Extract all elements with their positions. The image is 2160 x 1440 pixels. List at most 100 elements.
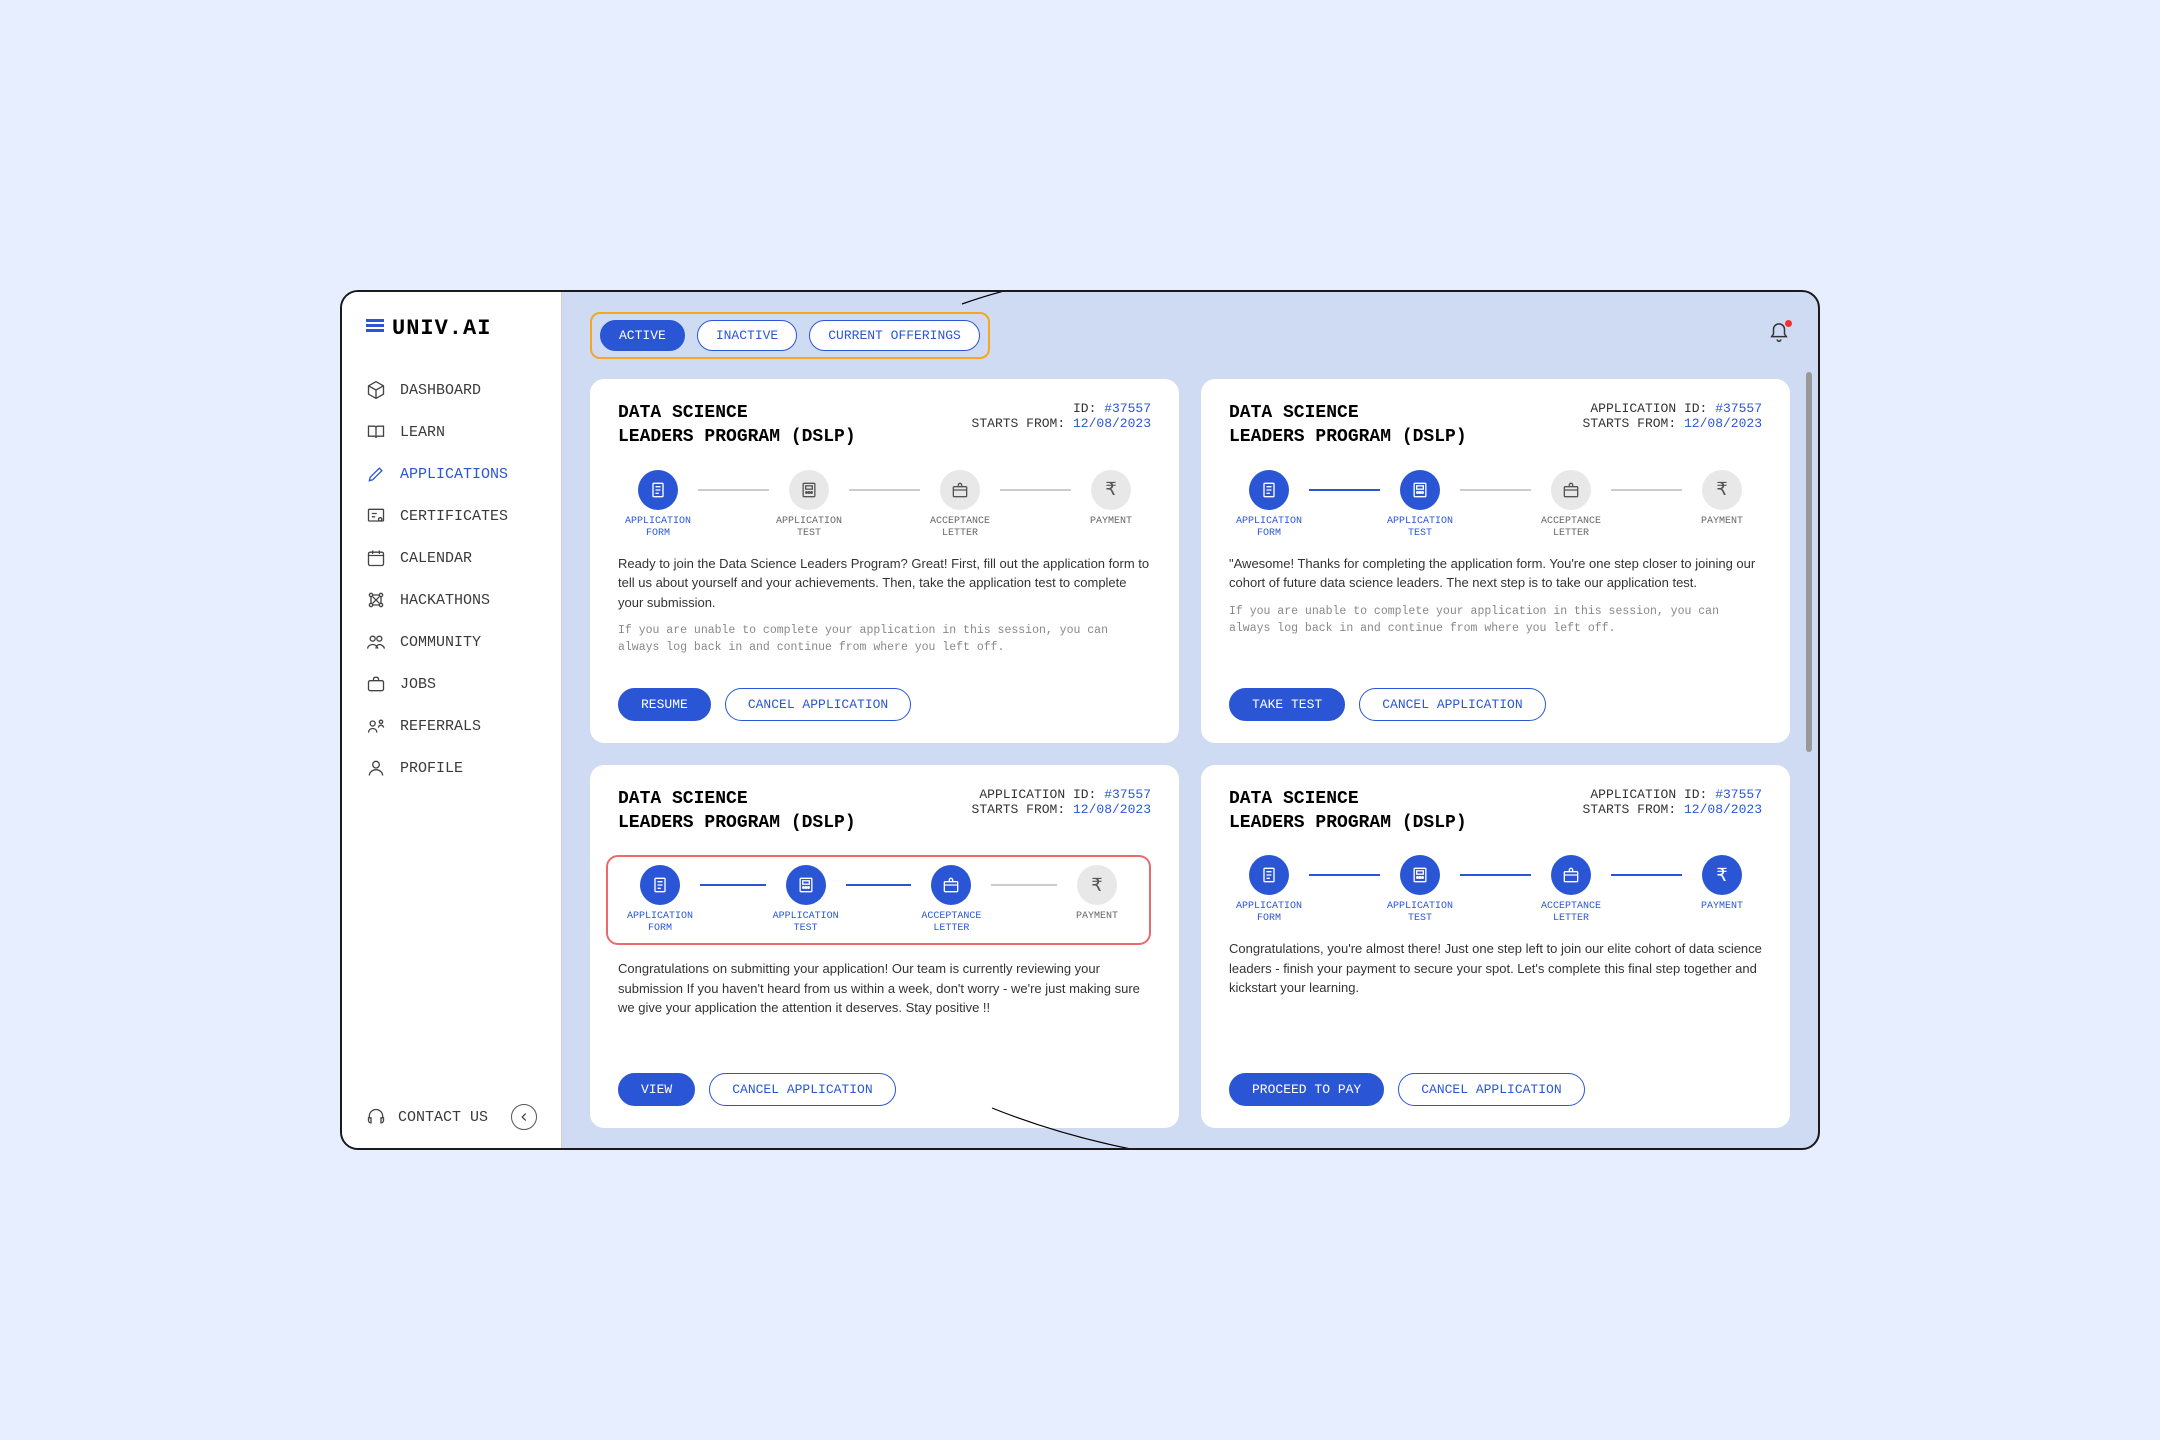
card-meta: ID: #37557STARTS FROM: 12/08/2023	[972, 401, 1151, 431]
sidebar-item-label: Hackathons	[400, 592, 490, 609]
stage-form-icon	[640, 865, 680, 905]
stage-payment-icon: ₹	[1702, 470, 1742, 510]
stage-payment: ₹ Payment	[1057, 865, 1137, 923]
cancel-application-button[interactable]: Cancel Application	[1359, 688, 1545, 721]
stage-letter-label: Acceptance Letter	[1531, 516, 1611, 540]
stage-letter-icon	[931, 865, 971, 905]
application-card: Data ScienceLeaders Program (DSLP)APPLIC…	[1201, 379, 1790, 743]
stage-test-label: Application Test	[766, 911, 846, 935]
stage-connector	[1611, 874, 1682, 876]
sidebar-item-label: Referrals	[400, 718, 481, 735]
stage-letter: Acceptance Letter	[911, 865, 991, 935]
primary-action-button[interactable]: Resume	[618, 688, 711, 721]
stage-payment-label: Payment	[1701, 901, 1743, 913]
sidebar-item-label: Dashboard	[400, 382, 481, 399]
book-icon	[366, 422, 386, 442]
sidebar: UNIV.AI DashboardLearnApplicationsCertif…	[342, 292, 562, 1148]
cancel-application-button[interactable]: Cancel Application	[1398, 1073, 1584, 1106]
sidebar-item-applications[interactable]: Applications	[342, 453, 561, 495]
stage-test-icon	[786, 865, 826, 905]
stage-letter: Acceptance Letter	[920, 470, 1000, 540]
notifications-button[interactable]	[1768, 322, 1790, 349]
stage-letter: Acceptance Letter	[1531, 470, 1611, 540]
stage-connector	[1309, 874, 1380, 876]
stage-connector	[1460, 489, 1531, 491]
card-actions: Take Test Cancel Application	[1229, 688, 1762, 721]
sidebar-item-profile[interactable]: Profile	[342, 747, 561, 789]
stage-connector	[846, 884, 912, 886]
stage-connector	[1460, 874, 1531, 876]
sidebar-nav: Dashboard Learn ApplicationsCertificatesCa…	[342, 369, 561, 1104]
stage-form-icon	[638, 470, 678, 510]
stage-connector	[1309, 489, 1380, 491]
nodes-icon	[366, 590, 386, 610]
id-value: #37557	[1104, 401, 1151, 416]
card-meta: APPLICATION ID: #37557STARTS FROM: 12/08…	[1583, 787, 1762, 817]
stage-letter-label: Acceptance Letter	[911, 911, 991, 935]
card-header: Data ScienceLeaders Program (DSLP)APPLIC…	[618, 787, 1151, 836]
card-title: Data ScienceLeaders Program (DSLP)	[1229, 787, 1467, 836]
certificate-icon	[366, 506, 386, 526]
starts-value: 12/08/2023	[1684, 416, 1762, 431]
sidebar-footer: Contact Us	[342, 1104, 561, 1130]
referral-icon	[366, 716, 386, 736]
stage-form-label: Application Form	[1229, 516, 1309, 540]
primary-action-button[interactable]: View	[618, 1073, 695, 1106]
tab-current-offerings[interactable]: Current Offerings	[809, 320, 980, 351]
stage-letter-label: Acceptance Letter	[920, 516, 1000, 540]
card-header: Data ScienceLeaders Program (DSLP)ID: #3…	[618, 401, 1151, 450]
sidebar-item-learn[interactable]: Learn	[342, 411, 561, 453]
application-stages: Application FormApplication TestAcceptan…	[1229, 855, 1762, 925]
starts-value: 12/08/2023	[1684, 802, 1762, 817]
sidebar-item-label: Learn	[400, 424, 445, 441]
stage-payment: ₹Payment	[1682, 470, 1762, 528]
primary-action-button[interactable]: Take Test	[1229, 688, 1345, 721]
starts-label: STARTS FROM:	[1583, 802, 1677, 817]
cancel-application-button[interactable]: Cancel Application	[709, 1073, 895, 1106]
sidebar-item-calendar[interactable]: Calendar	[342, 537, 561, 579]
stage-form: Application Form	[618, 470, 698, 540]
sidebar-item-dashboard[interactable]: Dashboard	[342, 369, 561, 411]
stage-form-label: Application Form	[1229, 901, 1309, 925]
sidebar-item-referrals[interactable]: Referrals	[342, 705, 561, 747]
sidebar-item-label: Jobs	[400, 676, 436, 693]
cancel-application-button[interactable]: Cancel Application	[725, 688, 911, 721]
tab-inactive[interactable]: Inactive	[697, 320, 797, 351]
stage-test-icon	[1400, 470, 1440, 510]
sidebar-item-hackathons[interactable]: Hackathons	[342, 579, 561, 621]
primary-action-button[interactable]: Proceed To Pay	[1229, 1073, 1384, 1106]
stage-payment-icon: ₹	[1077, 865, 1117, 905]
topbar: Active Inactive Current Offerings	[590, 312, 1790, 359]
stage-letter-icon	[940, 470, 980, 510]
card-actions: View Cancel Application	[618, 1073, 1151, 1106]
stage-test: Application Test	[1380, 470, 1460, 540]
sidebar-item-community[interactable]: Community	[342, 621, 561, 663]
contact-us-link[interactable]: Contact Us	[366, 1107, 488, 1127]
application-stages: Application Form Application Test Acceptan…	[1229, 470, 1762, 540]
resume-note: If you are unable to complete your appli…	[618, 622, 1151, 657]
sidebar-item-certificates[interactable]: Certificates	[342, 495, 561, 537]
id-value: #37557	[1104, 787, 1151, 802]
stage-form: Application Form	[620, 865, 700, 935]
stage-test-label: Application Test	[1380, 901, 1460, 925]
card-header: Data ScienceLeaders Program (DSLP)APPLIC…	[1229, 401, 1762, 450]
stage-test-icon	[789, 470, 829, 510]
tab-active[interactable]: Active	[600, 320, 685, 351]
starts-value: 12/08/2023	[1073, 416, 1151, 431]
contact-us-label: Contact Us	[398, 1109, 488, 1126]
card-title: Data ScienceLeaders Program (DSLP)	[618, 787, 856, 836]
stage-test-icon	[1400, 855, 1440, 895]
stage-payment-icon: ₹	[1702, 855, 1742, 895]
application-stages: Application FormApplication TestAcceptan…	[618, 470, 1151, 540]
stage-letter-icon	[1551, 470, 1591, 510]
main-content: Active Inactive Current Offerings Data Sci…	[562, 292, 1818, 1148]
scrollbar[interactable]	[1806, 372, 1812, 752]
sidebar-item-jobs[interactable]: Jobs	[342, 663, 561, 705]
pencil-icon	[366, 464, 386, 484]
stage-test: Application Test	[766, 865, 846, 935]
starts-label: STARTS FROM:	[972, 802, 1066, 817]
stage-payment-label: Payment	[1076, 911, 1118, 923]
id-label: ID:	[1073, 401, 1096, 416]
sidebar-item-label: Profile	[400, 760, 463, 777]
collapse-sidebar-button[interactable]	[511, 1104, 537, 1130]
